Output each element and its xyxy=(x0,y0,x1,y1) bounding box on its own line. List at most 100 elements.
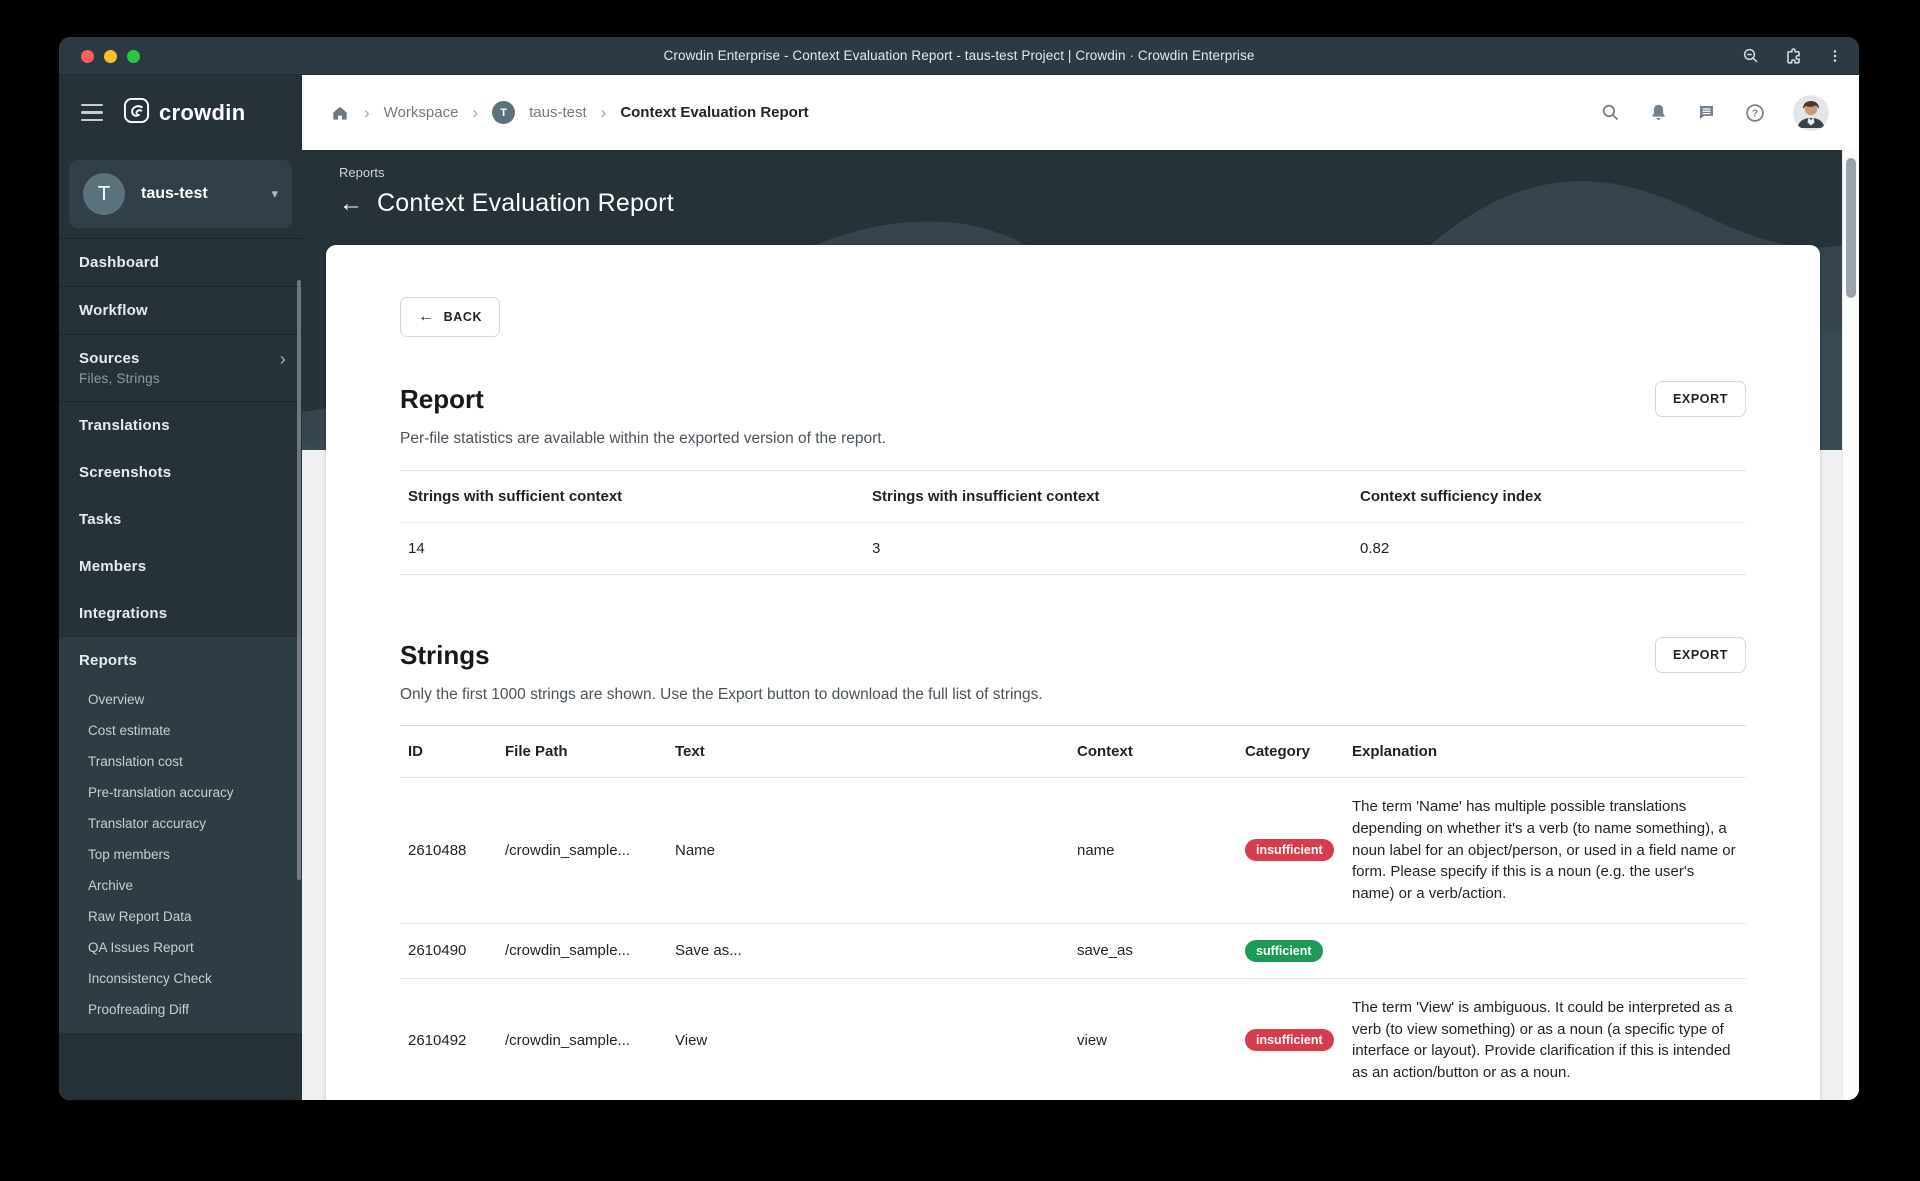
sidebar-item-label: Screenshots xyxy=(79,464,172,481)
report-card: ← BACK Report EXPORT Per-file statistics… xyxy=(326,245,1820,1100)
project-avatar: T xyxy=(83,173,125,215)
topbar: › Workspace › T taus-test › Context Eval… xyxy=(302,75,1859,150)
col-header-category: Category xyxy=(1245,743,1311,760)
category-badge: insufficient xyxy=(1245,839,1334,862)
back-arrow-icon[interactable]: ← xyxy=(339,191,363,216)
sidebar-scrollbar[interactable] xyxy=(297,280,301,880)
user-avatar[interactable] xyxy=(1793,94,1829,131)
sidebar-item-label: Sources xyxy=(79,350,140,367)
cell-text: Save as... xyxy=(675,942,742,960)
breadcrumb-current-page: Context Evaluation Report xyxy=(620,104,809,121)
crowdin-logo-icon xyxy=(123,97,150,129)
strings-table-header: ID File Path Text Context Category Expla… xyxy=(400,726,1746,778)
sidebar-item-dashboard[interactable]: Dashboard xyxy=(59,239,302,287)
cell-text: View xyxy=(675,1031,708,1049)
sidebar-item-raw-report-data[interactable]: Raw Report Data xyxy=(59,901,302,932)
menu-icon[interactable] xyxy=(81,103,103,122)
sidebar-item-translator-accuracy[interactable]: Translator accuracy xyxy=(59,808,302,839)
chevron-right-icon: › xyxy=(472,102,479,122)
cell-text: Name xyxy=(675,841,716,859)
project-switcher[interactable]: T taus-test ▾ xyxy=(69,160,292,228)
stats-header-index: Context sufficiency index xyxy=(1360,488,1542,505)
sidebar-item-translation-cost[interactable]: Translation cost xyxy=(59,746,302,777)
sidebar-item-label: Translations xyxy=(79,417,170,434)
window-title: Crowdin Enterprise - Context Evaluation … xyxy=(663,48,1255,63)
cell-id: 2610492 xyxy=(408,1031,467,1049)
sidebar-item-label: Dashboard xyxy=(79,254,160,271)
table-row: 2610490 /crowdin_sample... Save as... sa… xyxy=(400,924,1746,979)
page-scrollbar-track xyxy=(1842,150,1859,1100)
export-strings-button[interactable]: EXPORT xyxy=(1655,637,1746,673)
browser-menu-icon[interactable] xyxy=(1827,48,1843,64)
chevron-right-icon: › xyxy=(600,102,607,122)
back-button[interactable]: ← BACK xyxy=(400,297,501,337)
cell-file-path: /crowdin_sample... xyxy=(505,1031,631,1049)
crowdin-wordmark: crowdin xyxy=(159,99,246,125)
sidebar-item-screenshots[interactable]: Screenshots xyxy=(59,449,302,496)
sidebar-item-overview[interactable]: Overview xyxy=(59,684,302,715)
sidebar-item-integrations[interactable]: Integrations xyxy=(59,590,302,637)
brand-area: crowdin xyxy=(59,75,302,150)
report-section-description: Per-file statistics are available within… xyxy=(400,430,886,447)
sidebar-item-tasks[interactable]: Tasks xyxy=(59,496,302,543)
search-icon[interactable] xyxy=(1600,102,1621,123)
breadcrumb-project[interactable]: taus-test xyxy=(529,104,587,121)
sidebar-item-cost-estimate[interactable]: Cost estimate xyxy=(59,715,302,746)
main-content: Reports ← Context Evaluation Report ← BA… xyxy=(302,150,1859,1100)
page-eyebrow: Reports xyxy=(339,165,385,180)
page-scrollbar-thumb[interactable] xyxy=(1845,158,1856,298)
sidebar-item-top-members[interactable]: Top members xyxy=(59,839,302,870)
sidebar-item-proofreading-diff[interactable]: Proofreading Diff xyxy=(59,994,302,1025)
col-header-file-path: File Path xyxy=(505,743,568,760)
sidebar-reports-section: Reports Overview Cost estimate Translati… xyxy=(59,637,302,1033)
export-report-button[interactable]: EXPORT xyxy=(1655,381,1746,417)
sidebar: T taus-test ▾ Dashboard Workflow Sources… xyxy=(59,150,302,1100)
sidebar-item-sources[interactable]: Sources › Files, Strings xyxy=(59,335,302,402)
messages-icon[interactable] xyxy=(1696,102,1717,123)
sidebar-item-subtitle: Files, Strings xyxy=(79,371,160,386)
help-icon[interactable]: ? xyxy=(1744,102,1766,124)
sidebar-item-archive[interactable]: Archive xyxy=(59,870,302,901)
cell-file-path: /crowdin_sample... xyxy=(505,942,631,960)
browser-window: Crowdin Enterprise - Context Evaluation … xyxy=(59,37,1859,1100)
zoom-out-icon[interactable] xyxy=(1742,47,1760,65)
sidebar-item-qa-issues-report[interactable]: QA Issues Report xyxy=(59,932,302,963)
cell-context: name xyxy=(1077,841,1115,859)
breadcrumb-workspace[interactable]: Workspace xyxy=(384,104,459,121)
cell-explanation: The term 'Name' has multiple possible tr… xyxy=(1352,798,1736,902)
topbar-actions: ? xyxy=(1600,94,1829,131)
titlebar-icons xyxy=(1742,37,1843,75)
cell-context: save_as xyxy=(1077,942,1133,960)
stats-value-insufficient: 3 xyxy=(872,540,881,557)
strings-table: ID File Path Text Context Category Expla… xyxy=(400,725,1746,1100)
sidebar-item-inconsistency-check[interactable]: Inconsistency Check xyxy=(59,963,302,994)
sidebar-item-label: Reports xyxy=(79,652,138,669)
table-row: 2610488 /crowdin_sample... Name name ins… xyxy=(400,778,1746,924)
home-icon[interactable] xyxy=(330,103,350,123)
stats-value-index: 0.82 xyxy=(1360,540,1390,557)
sidebar-item-members[interactable]: Members xyxy=(59,543,302,590)
cell-explanation xyxy=(1344,933,1746,969)
extensions-icon[interactable] xyxy=(1784,47,1803,66)
report-section-title: Report xyxy=(400,383,484,414)
app-body: T taus-test ▾ Dashboard Workflow Sources… xyxy=(59,150,1859,1100)
crowdin-logo[interactable]: crowdin xyxy=(123,97,245,129)
col-header-id: ID xyxy=(408,743,423,760)
sidebar-item-pre-translation-accuracy[interactable]: Pre-translation accuracy xyxy=(59,777,302,808)
app-header: crowdin › Workspace › T taus-test › Cont… xyxy=(59,75,1859,150)
back-arrow-icon: ← xyxy=(418,308,435,325)
fullscreen-window-button[interactable] xyxy=(127,49,140,63)
stats-header-insufficient: Strings with insufficient context xyxy=(872,488,1100,505)
sidebar-item-label: Integrations xyxy=(79,605,168,622)
notifications-bell-icon[interactable] xyxy=(1648,102,1669,123)
stats-value-sufficient: 14 xyxy=(408,540,425,557)
window-titlebar: Crowdin Enterprise - Context Evaluation … xyxy=(59,37,1859,75)
sidebar-item-reports[interactable]: Reports xyxy=(59,637,302,684)
sidebar-item-translations[interactable]: Translations xyxy=(59,402,302,449)
cell-file-path: /crowdin_sample... xyxy=(505,841,631,859)
page-title: Context Evaluation Report xyxy=(377,189,674,217)
close-window-button[interactable] xyxy=(81,49,94,63)
sidebar-item-workflow[interactable]: Workflow xyxy=(59,287,302,335)
strings-section-description: Only the first 1000 strings are shown. U… xyxy=(400,686,1043,703)
minimize-window-button[interactable] xyxy=(104,49,117,63)
